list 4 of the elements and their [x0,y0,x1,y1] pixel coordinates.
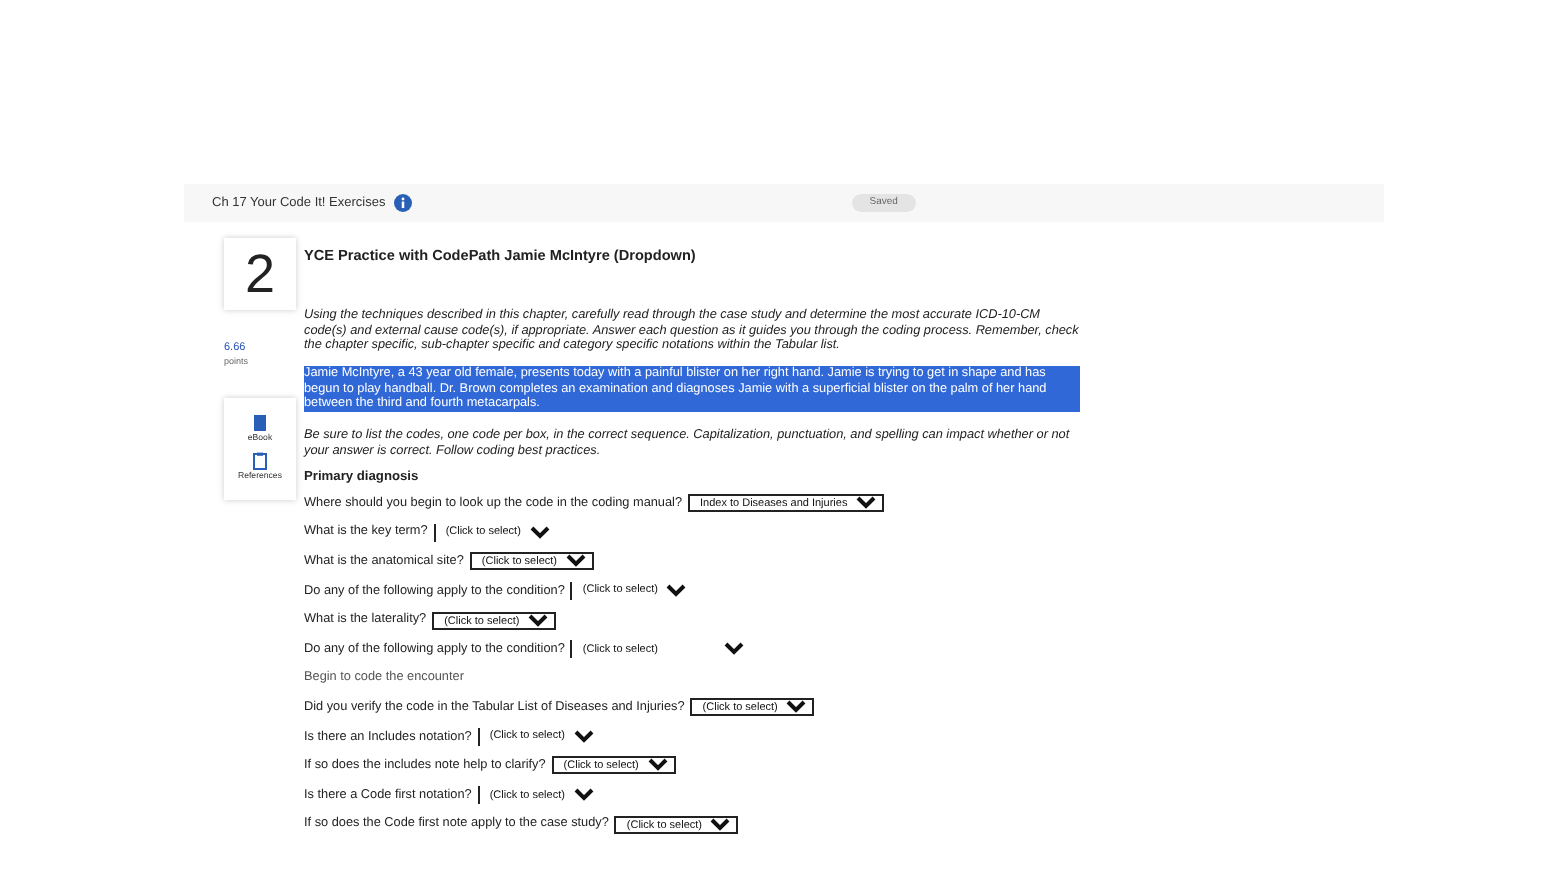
clipboard-icon [252,452,268,471]
info-icon[interactable] [393,194,412,212]
book-icon [252,413,268,432]
question-number: 2 [224,238,296,310]
